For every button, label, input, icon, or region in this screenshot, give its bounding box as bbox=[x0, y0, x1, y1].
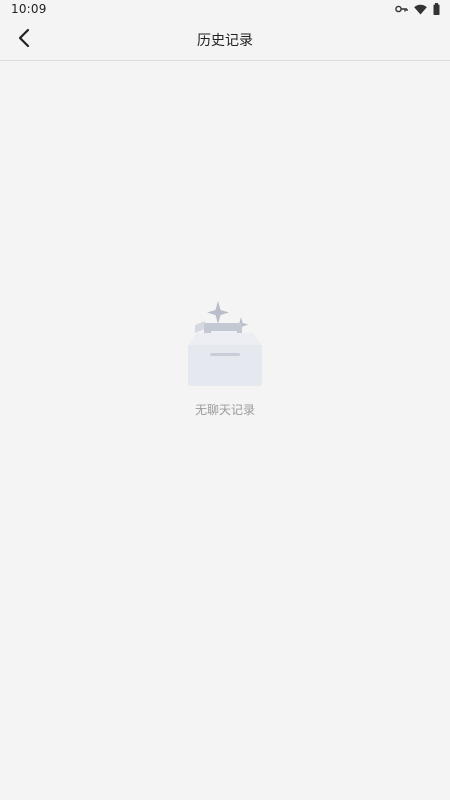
empty-state: 无聊天记录 bbox=[0, 295, 450, 418]
status-bar: 10:09 bbox=[0, 0, 450, 20]
key-icon bbox=[395, 4, 408, 14]
wifi-icon bbox=[414, 4, 427, 15]
page-title: 历史记录 bbox=[197, 33, 253, 49]
status-time: 10:09 bbox=[11, 2, 47, 16]
app-bar: 历史记录 bbox=[0, 20, 450, 61]
empty-box-icon bbox=[185, 295, 265, 391]
status-icons bbox=[395, 3, 440, 15]
battery-icon bbox=[433, 3, 440, 15]
empty-message: 无聊天记录 bbox=[194, 403, 255, 417]
